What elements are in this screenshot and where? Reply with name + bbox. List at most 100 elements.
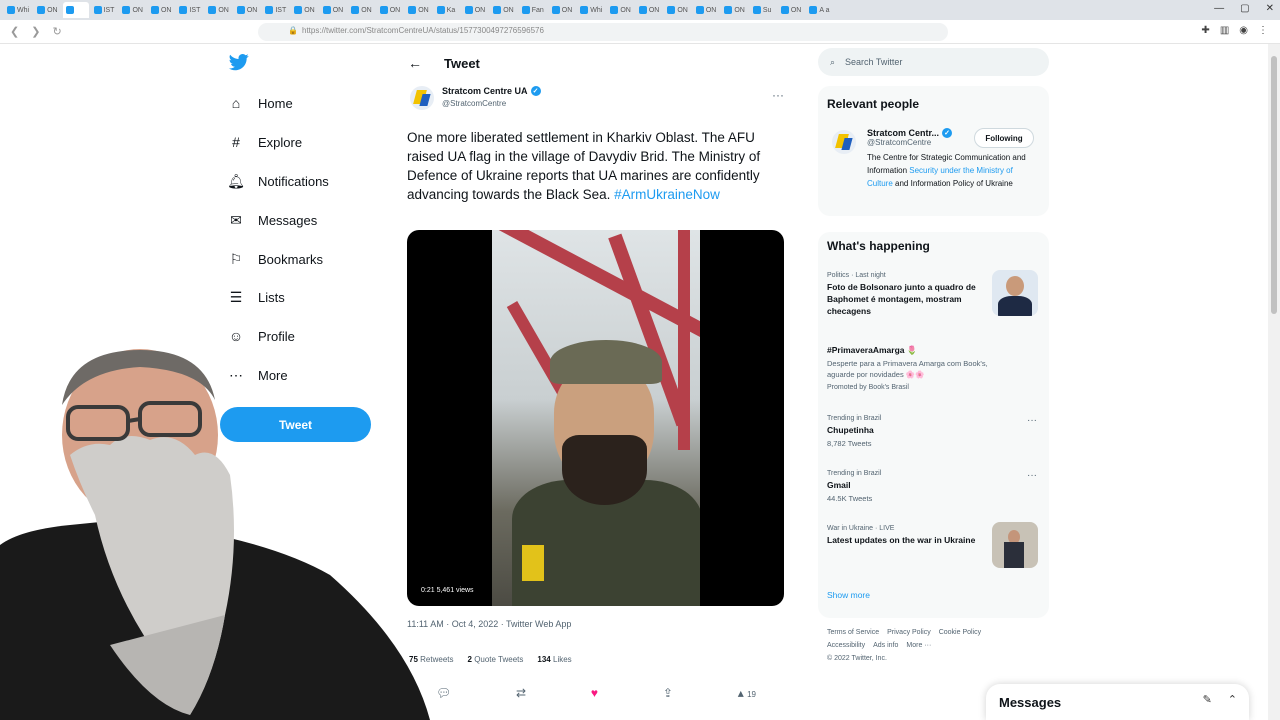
reply-icon[interactable]: 💬︎ [436,686,451,700]
avatar[interactable] [832,130,856,154]
tweet-timestamp[interactable]: 11:11 AM · Oct 4, 2022 · Twitter Web App [407,619,571,629]
likes-stat[interactable]: 134 Likes [537,655,571,664]
nav-item-bookmarks[interactable]: ⚐ Bookmarks [228,248,323,270]
footer-link[interactable]: Terms of Service [827,629,879,636]
browser-tab[interactable]: ON [291,2,318,18]
profile-icon[interactable]: ◉ [1239,25,1248,36]
footer-links: Terms of Service Privacy Policy Cookie Pol… [827,626,1042,665]
avatar[interactable] [410,86,434,110]
minimize-icon[interactable]: — [1214,3,1224,14]
browser-tab[interactable]: ON [234,2,261,18]
browser-tab[interactable]: ON [34,2,61,18]
retweet-icon[interactable]: ⇄ [516,686,526,700]
share-icon[interactable]: ⇪ [663,686,673,700]
copyright: © 2022 Twitter, Inc. [827,655,887,662]
hashtag-link[interactable]: #ArmUkraineNow [614,187,720,202]
footer-link[interactable]: Cookie Policy [939,629,981,636]
show-more-link[interactable]: Show more [827,590,870,600]
news-thumbnail[interactable] [992,522,1038,568]
nav-item-label: Messages [258,212,318,228]
trend-item[interactable]: Trending in Brazil Chupetinha 8,782 Twee… [827,415,1037,449]
page-scrollbar[interactable] [1268,44,1280,720]
analytics-icon[interactable]: ▴ 19 [738,686,756,700]
tweet-stats: 75 Retweets 2 Quote Tweets 134 Likes [409,655,572,664]
expand-chevron-icon[interactable]: ⌃ [1228,693,1237,706]
browser-tab[interactable]: Ka [434,2,460,18]
browser-tab[interactable]: ON [721,2,748,18]
browser-tab[interactable]: Su [750,2,776,18]
nav-item-home[interactable]: ⌂ Home [228,92,293,114]
browser-tab[interactable]: ON [636,2,663,18]
following-button[interactable]: Following [974,128,1034,148]
footer-link[interactable]: Ads info [873,642,898,649]
tab-favicon-icon [493,6,502,14]
scrollbar-thumb[interactable] [1271,56,1277,314]
browser-tab[interactable]: ON [778,2,805,18]
browser-tab[interactable]: IST [91,2,118,18]
promoted-trend[interactable]: #PrimaveraAmarga 🌷 Desperte para a Prima… [827,342,1037,393]
browser-tab[interactable]: A a [806,2,832,18]
browser-tab[interactable]: ON [148,2,175,18]
back-arrow-icon[interactable]: ❮ [10,25,19,38]
browser-tab[interactable]: IST [176,2,203,18]
maximize-icon[interactable]: ▢ [1240,3,1249,14]
close-window-icon[interactable]: ✕ [1266,3,1274,14]
browser-tab[interactable]: ON [205,2,232,18]
browser-tab[interactable]: ON [549,2,576,18]
trend-item[interactable]: Trending in Brazil Gmail 44.5K Tweets ··… [827,470,1037,504]
sidebar-toggle-icon[interactable]: ▥ [1220,25,1229,36]
browser-tab[interactable]: IST [262,2,289,18]
nav-item-messages[interactable]: ✉ Messages [228,209,317,231]
browser-tab[interactable]: ON [377,2,404,18]
more-options-icon[interactable]: ··· [1027,415,1037,426]
tab-label: ON [246,6,258,14]
more-options-icon[interactable]: ··· [772,88,784,102]
browser-tab[interactable]: ON [490,2,517,18]
person-name[interactable]: Stratcom Centr... [867,128,939,138]
tab-label: ON [332,6,344,14]
url-text[interactable]: https://twitter.com/StratcomCentreUA/sta… [302,26,544,35]
footer-link[interactable]: Privacy Policy [887,629,931,636]
browser-tab[interactable]: Fan [519,2,547,18]
browser-tab[interactable] [62,2,89,18]
new-message-icon[interactable]: ✎ [1203,693,1212,706]
footer-link[interactable]: Accessibility [827,642,865,649]
quotes-stat[interactable]: 2 Quote Tweets [468,655,524,664]
tab-favicon-icon [752,6,761,14]
browser-tab[interactable]: ON [119,2,146,18]
browser-tab[interactable]: ON [348,2,375,18]
browser-tab[interactable]: ON [664,2,691,18]
menu-icon[interactable]: ⋮ [1258,25,1268,36]
nav-item-profile[interactable]: ☺ Profile [228,325,295,347]
back-arrow-icon[interactable]: ← [408,55,422,71]
browser-tab[interactable]: ON [320,2,347,18]
tab-label: ON [561,6,573,14]
browser-tab[interactable]: ON [405,2,432,18]
browser-tab[interactable]: ON [607,2,634,18]
footer-link[interactable]: More ··· [906,642,931,649]
tweet-video[interactable]: 0:21 5,461 views [407,230,784,606]
author-handle[interactable]: @StratcomCentre [442,99,541,108]
tweet-actions: 💬︎ ⇄ ♥ ⇪ ▴ 19 [436,686,756,700]
extension-icon[interactable]: ✚ [1201,25,1209,36]
messages-drawer[interactable]: Messages ✎ ⌃ [986,684,1249,720]
author-name[interactable]: Stratcom Centre UA [442,86,528,96]
forward-arrow-icon[interactable]: ❯ [31,25,40,38]
reload-icon[interactable]: ↻ [52,25,61,38]
twitter-bird-icon[interactable] [228,52,250,72]
nav-item-notifications[interactable]: 🔔︎ Notifications [227,170,329,192]
tab-label: IST [103,6,115,14]
nav-item-lists[interactable]: ☰ Lists [228,286,285,308]
search-icon: ⌕ [830,56,836,67]
webcam-person-illustration [0,349,430,720]
news-thumbnail[interactable] [992,270,1038,316]
like-heart-icon[interactable]: ♥ [591,686,598,700]
tweet-author[interactable]: Stratcom Centre UA ✓ @StratcomCentre [410,86,541,110]
browser-tab[interactable]: ON [693,2,720,18]
search-input[interactable]: ⌕ Search Twitter [818,48,1049,76]
browser-tab[interactable]: ON [462,2,489,18]
browser-tab[interactable]: Whi [4,2,32,18]
nav-item-explore[interactable]: # Explore [228,131,302,153]
more-options-icon[interactable]: ··· [1027,470,1037,481]
browser-tab[interactable]: Whi [577,2,605,18]
